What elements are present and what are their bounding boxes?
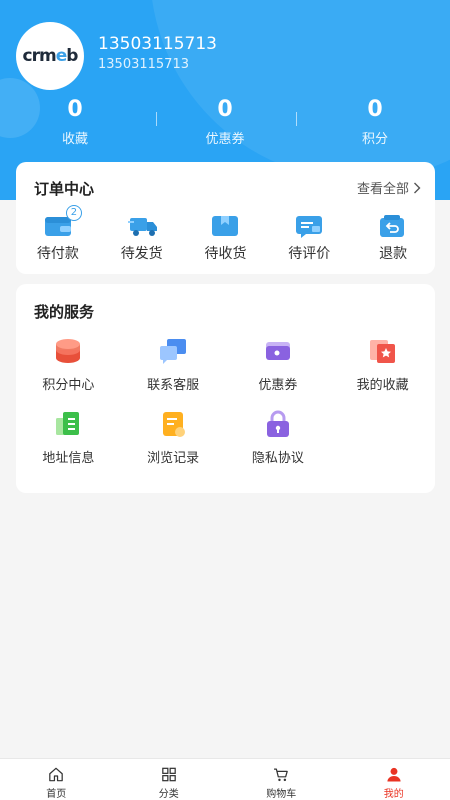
service-label: 隐私协议 <box>251 451 304 466</box>
service-label: 联系客服 <box>147 378 200 393</box>
chevron-right-icon <box>414 182 421 193</box>
service-browse-history[interactable]: 浏览记录 <box>121 409 226 466</box>
avatar-logo: crmeb <box>22 46 79 66</box>
order-item-label: 退款 <box>379 246 408 262</box>
favorite-icon <box>369 340 395 363</box>
order-pending-shipment[interactable]: 待发货 <box>100 214 184 263</box>
view-all-label: 查看全部 <box>356 182 409 197</box>
stats-bar: 0 收藏 0 优惠券 0 积分 <box>0 96 450 156</box>
comment-icon <box>295 214 323 238</box>
order-item-label: 待评价 <box>288 246 331 262</box>
service-label: 浏览记录 <box>147 451 200 466</box>
truck-icon <box>127 214 157 238</box>
tab-cart[interactable]: 购物车 <box>225 759 338 800</box>
address-icon <box>56 412 80 435</box>
order-pending-review[interactable]: 待评价 <box>267 214 351 263</box>
order-item-label: 待收货 <box>204 246 247 262</box>
stat-label: 优惠券 <box>205 132 245 147</box>
bottom-tab-bar: 首页 分类 购物车 我的 <box>0 758 450 800</box>
tab-home[interactable]: 首页 <box>0 759 113 800</box>
service-label: 积分中心 <box>42 378 95 393</box>
stat-label: 积分 <box>361 132 388 147</box>
stat-coupons[interactable]: 0 优惠券 <box>150 96 300 156</box>
order-center-card: 订单中心 查看全部 2 待付款 待发货 待收货 待评价 退款 <box>16 162 435 274</box>
stat-points[interactable]: 0 积分 <box>300 96 450 156</box>
services-title: 我的服务 <box>34 303 95 321</box>
my-services-card: 我的服务 积分中心 联系客服 优惠券 我的收藏 地址信息 浏览记录 隐私协议 <box>16 284 435 493</box>
avatar[interactable]: crmeb <box>16 22 84 90</box>
home-icon <box>49 767 64 782</box>
stat-value: 0 <box>367 97 383 122</box>
box-icon <box>211 214 239 238</box>
tab-label: 分类 <box>158 789 179 800</box>
chat-icon <box>160 339 187 364</box>
order-pending-payment[interactable]: 2 待付款 <box>16 205 100 263</box>
stat-value: 0 <box>67 97 83 122</box>
service-customer-support[interactable]: 联系客服 <box>121 336 226 393</box>
user-name[interactable]: 13503115713 <box>98 34 217 54</box>
lock-icon <box>266 410 289 437</box>
tab-label: 购物车 <box>266 789 297 800</box>
user-icon <box>387 767 401 782</box>
stat-value: 0 <box>217 97 233 122</box>
order-item-label: 待付款 <box>36 246 79 262</box>
tab-label: 首页 <box>46 789 67 800</box>
tab-mine[interactable]: 我的 <box>338 759 450 800</box>
service-label: 我的收藏 <box>356 378 409 393</box>
order-refund[interactable]: 退款 <box>351 214 435 263</box>
service-coupons[interactable]: 优惠券 <box>226 336 331 393</box>
service-points-center[interactable]: 积分中心 <box>16 336 121 393</box>
tab-category[interactable]: 分类 <box>113 759 226 800</box>
wallet-icon: 2 <box>44 205 82 238</box>
stat-favorites[interactable]: 0 收藏 <box>0 96 150 156</box>
ticket-icon <box>265 342 290 360</box>
service-label: 优惠券 <box>258 378 298 393</box>
coins-icon <box>56 339 81 363</box>
order-count-badge: 2 <box>65 205 82 221</box>
order-center-title: 订单中心 <box>34 180 95 198</box>
service-privacy-policy[interactable]: 隐私协议 <box>226 409 331 466</box>
divider <box>296 112 297 126</box>
user-phone: 13503115713 <box>98 57 189 72</box>
refund-icon <box>379 214 407 238</box>
cart-icon <box>274 768 289 782</box>
tab-label: 我的 <box>383 789 404 800</box>
service-label: 地址信息 <box>42 451 95 466</box>
service-my-favorites[interactable]: 我的收藏 <box>330 336 435 393</box>
order-pending-receipt[interactable]: 待收货 <box>184 214 268 263</box>
history-icon <box>163 412 186 437</box>
stat-label: 收藏 <box>61 132 88 147</box>
view-all-orders-link[interactable]: 查看全部 <box>357 178 421 197</box>
grid-icon <box>161 767 176 782</box>
service-address-info[interactable]: 地址信息 <box>16 409 121 466</box>
order-item-label: 待发货 <box>120 246 163 262</box>
